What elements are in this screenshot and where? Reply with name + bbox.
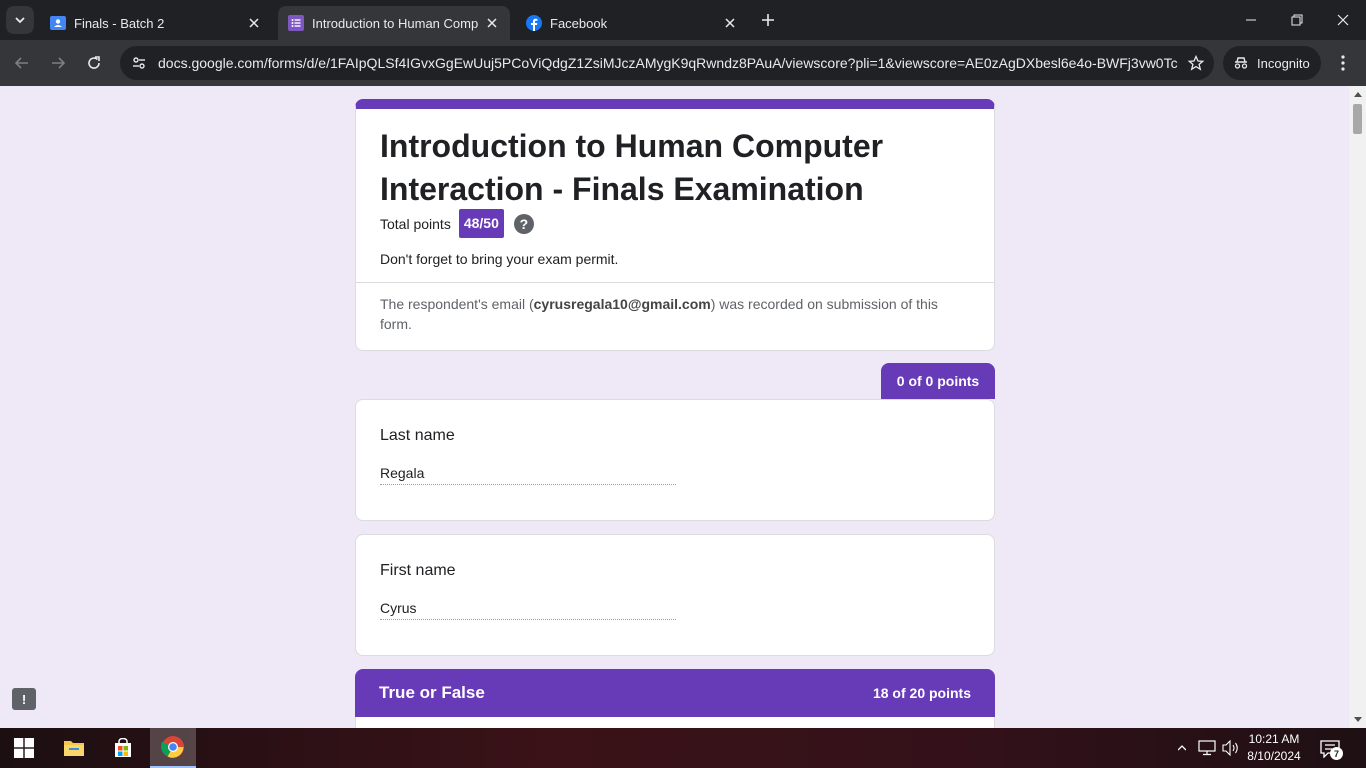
minimize-icon [1246, 19, 1256, 21]
page-scrollbar[interactable] [1349, 86, 1366, 728]
email-note-prefix: The respondent's email ( [380, 296, 534, 312]
divider [356, 282, 994, 283]
question-label: Last name [380, 427, 455, 444]
google-classroom-icon [50, 16, 66, 30]
taskbar-clock[interactable]: 10:21 AM 8/10/2024 [1240, 731, 1308, 765]
clock-time: 10:21 AM [1248, 732, 1300, 746]
notification-count-badge: 7 [1330, 747, 1343, 760]
minimize-button[interactable] [1228, 0, 1274, 40]
scroll-thumb[interactable] [1353, 104, 1362, 134]
facebook-icon [526, 15, 542, 31]
chevron-down-icon [15, 17, 25, 24]
question-label: First name [380, 562, 456, 579]
total-points-label: Total points [380, 215, 451, 232]
section-title: True or False [379, 683, 485, 702]
reload-icon [88, 56, 100, 69]
clock-date: 8/10/2024 [1247, 749, 1301, 763]
scroll-up-arrow[interactable] [1349, 86, 1366, 102]
section-header-true-or-false: True or False 18 of 20 points [355, 669, 995, 717]
network-icon [1198, 740, 1216, 756]
chevron-up-icon [1178, 745, 1186, 751]
respondent-email: cyrusregala10@gmail.com [533, 296, 711, 312]
incognito-indicator[interactable]: Incognito [1223, 46, 1321, 80]
close-icon[interactable] [484, 15, 500, 31]
answer-text: Regala [380, 465, 676, 485]
store-icon [115, 738, 131, 757]
site-settings-icon[interactable] [122, 46, 156, 80]
reload-button[interactable] [82, 51, 106, 75]
browser-toolbar: docs.google.com/forms/d/e/1FAIpQLSf4IGvx… [0, 40, 1366, 86]
volume-icon [1222, 740, 1238, 756]
file-explorer-button[interactable] [50, 728, 98, 768]
answer-text: Cyrus [380, 600, 676, 620]
score-badge: 48/50 [458, 209, 504, 238]
section-points-badge: 0 of 0 points [881, 363, 995, 399]
new-tab-button[interactable] [758, 10, 778, 30]
tab-title: Facebook [550, 15, 608, 31]
volume-button[interactable] [1220, 728, 1242, 768]
more-vert-icon [1341, 55, 1345, 71]
tab-title: Finals - Batch 2 [74, 15, 165, 31]
page-content: Introduction to Human Computer Interacti… [0, 86, 1366, 728]
arrow-right-icon [52, 57, 66, 69]
browser-menu-button[interactable] [1331, 51, 1355, 75]
incognito-icon [1234, 57, 1248, 69]
tab-title: Introduction to Human Computer Interacti… [312, 15, 478, 31]
action-center-button[interactable]: 7 [1318, 738, 1343, 760]
form-description: Don't forget to bring your exam permit. [380, 251, 619, 267]
close-icon [1337, 14, 1349, 26]
microsoft-store-button[interactable] [99, 728, 147, 768]
google-forms-icon [288, 15, 304, 31]
plus-icon [762, 14, 774, 26]
help-icon[interactable]: ? [513, 213, 534, 234]
windows-icon [14, 738, 34, 758]
close-icon[interactable] [722, 15, 738, 31]
restore-button[interactable] [1274, 0, 1320, 40]
chrome-taskbar-button[interactable] [150, 728, 196, 768]
section-points: 18 of 20 points [872, 685, 971, 701]
show-hidden-icons-button[interactable] [1174, 728, 1190, 768]
scroll-down-arrow[interactable] [1349, 712, 1366, 728]
tab-search-button[interactable] [6, 6, 34, 34]
network-button[interactable] [1196, 728, 1218, 768]
url-text: docs.google.com/forms/d/e/1FAIpQLSf4IGvx… [158, 55, 1178, 71]
form-title: Introduction to Human Computer Interacti… [380, 128, 884, 207]
form-header-card: Introduction to Human Computer Interacti… [355, 99, 995, 351]
chrome-icon [161, 736, 184, 758]
question-card-last-name: Last name Regala [355, 399, 995, 521]
taskbar: 10:21 AM 8/10/2024 7 [0, 728, 1366, 768]
total-points-row: Total points 48/50 ? [380, 209, 534, 238]
bookmark-star-icon[interactable] [1178, 46, 1214, 80]
close-window-button[interactable] [1320, 0, 1366, 40]
tab-facebook[interactable]: Facebook [516, 6, 748, 40]
back-button[interactable] [10, 51, 34, 75]
section-card [355, 717, 995, 728]
tab-strip: Finals - Batch 2 Introduction to Human C… [0, 0, 1366, 40]
address-bar[interactable]: docs.google.com/forms/d/e/1FAIpQLSf4IGvx… [120, 46, 1214, 80]
question-card-first-name: First name Cyrus [355, 534, 995, 656]
forward-button[interactable] [46, 51, 70, 75]
start-button[interactable] [0, 728, 48, 768]
incognito-label: Incognito [1257, 55, 1310, 71]
restore-icon [1291, 14, 1303, 26]
report-feedback-button[interactable]: ! [12, 688, 36, 710]
folder-icon [64, 741, 84, 756]
tab-hci-finals[interactable]: Introduction to Human Computer Interacti… [278, 6, 510, 40]
close-icon[interactable] [246, 15, 262, 31]
arrow-left-icon [14, 57, 28, 69]
tab-finals-batch[interactable]: Finals - Batch 2 [40, 6, 272, 40]
email-note: The respondent's email (cyrusregala10@gm… [380, 294, 970, 334]
